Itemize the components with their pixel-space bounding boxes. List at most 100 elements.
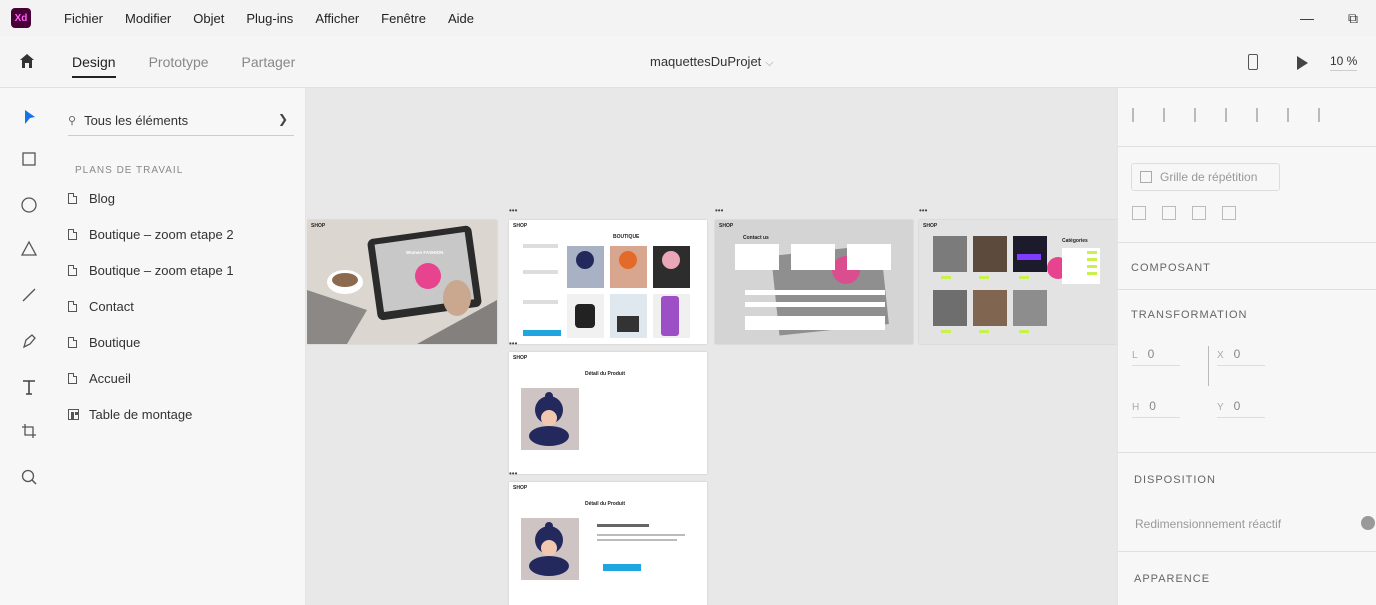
document-title[interactable]: maquettesDuProjet ⌵ — [650, 36, 774, 89]
boolean-subtract-icon[interactable] — [1162, 206, 1176, 220]
tab-design[interactable]: Design — [72, 36, 116, 88]
chevron-down-icon[interactable]: ❯ — [278, 112, 288, 126]
artboard-options-icon[interactable]: ••• — [715, 206, 723, 215]
y-field[interactable]: Y0 — [1217, 399, 1265, 418]
tool-bar — [0, 88, 56, 605]
artboard-icon — [68, 300, 77, 312]
menu-plugins[interactable]: Plug-ins — [246, 11, 293, 26]
artboard-blog[interactable]: SHOP Catégories — [919, 220, 1117, 344]
align-right-icon[interactable] — [1318, 108, 1332, 122]
width-label: L — [1132, 350, 1138, 361]
tab-partager[interactable]: Partager — [242, 36, 296, 88]
width-field[interactable]: L0 — [1132, 347, 1180, 366]
design-canvas[interactable]: SHOP Women FASHION ••• SHOP BOUTIQUE ••• — [307, 88, 1117, 605]
height-field[interactable]: H0 — [1132, 399, 1180, 418]
rectangle-tool-icon[interactable] — [18, 148, 40, 170]
distribute-vertical-icon[interactable] — [1225, 108, 1239, 122]
select-arrow-icon[interactable] — [18, 106, 40, 128]
menu-fichier[interactable]: Fichier — [64, 11, 103, 26]
layer-item-boutique[interactable]: Boutique — [68, 332, 140, 352]
layer-item-label: Boutique – zoom etape 2 — [89, 226, 234, 242]
width-value: 0 — [1147, 347, 1155, 361]
appearance-section-label: APPARENCE — [1134, 573, 1211, 585]
menu-bar: Xd Fichier Modifier Objet Plug-ins Affic… — [0, 0, 1376, 36]
artboard-accueil[interactable]: SHOP Women FASHION — [307, 220, 497, 344]
artboard-boutique-zoom-2[interactable]: SHOP Détail du Produit — [509, 482, 707, 605]
layer-item-label: Boutique — [89, 334, 141, 350]
layer-item-boutique-zoom-1[interactable]: Boutique – zoom etape 1 — [68, 260, 234, 280]
menu-modifier[interactable]: Modifier — [125, 11, 171, 26]
boolean-exclude-icon[interactable] — [1222, 206, 1236, 220]
properties-panel: Grille de répétition COMPOSANT TRANSFORM… — [1117, 88, 1376, 605]
mode-tabs: Design Prototype Partager — [72, 36, 328, 88]
align-middle-icon[interactable] — [1163, 108, 1177, 122]
artboard-title: Contact us — [743, 235, 769, 241]
artboard-tool-icon[interactable] — [18, 420, 40, 442]
divider — [1118, 551, 1376, 552]
artboard-nav-logo: SHOP — [311, 223, 326, 229]
repeat-grid-button[interactable]: Grille de répétition — [1131, 163, 1280, 191]
x-label: X — [1217, 350, 1224, 361]
layers-panel: ⚲ Tous les éléments ❯ PLANS DE TRAVAIL B… — [56, 88, 306, 605]
layer-item-label: Blog — [89, 190, 116, 206]
layer-item-blog[interactable]: Blog — [68, 188, 115, 208]
y-value: 0 — [1233, 399, 1241, 413]
artboard-nav-logo: SHOP — [923, 223, 938, 229]
tab-prototype[interactable]: Prototype — [149, 36, 209, 88]
layer-item-label: Contact — [89, 298, 134, 314]
chevron-down-icon: ⌵ — [765, 57, 774, 69]
artboard-icon — [68, 336, 77, 348]
artboard-options-icon[interactable]: ••• — [919, 206, 927, 215]
artboard-options-icon[interactable]: ••• — [509, 469, 517, 478]
artboard-boutique[interactable]: SHOP BOUTIQUE — [509, 220, 707, 344]
menu-afficher[interactable]: Afficher — [315, 11, 359, 26]
boolean-add-icon[interactable] — [1132, 206, 1146, 220]
align-center-icon[interactable] — [1287, 108, 1301, 122]
align-top-icon[interactable] — [1132, 108, 1146, 122]
layer-item-label: Boutique – zoom etape 1 — [89, 262, 234, 278]
xd-logo-icon: Xd — [11, 8, 31, 28]
home-icon[interactable] — [18, 52, 36, 70]
layer-item-accueil[interactable]: Accueil — [68, 368, 131, 388]
divider — [1118, 146, 1376, 147]
align-bottom-icon[interactable] — [1194, 108, 1208, 122]
menu: Fichier Modifier Objet Plug-ins Afficher… — [64, 11, 496, 26]
layer-item-contact[interactable]: Contact — [68, 296, 134, 316]
height-value: 0 — [1149, 399, 1156, 413]
document-title-text: maquettesDuProjet — [650, 54, 762, 69]
menu-fenetre[interactable]: Fenêtre — [381, 11, 426, 26]
line-tool-icon[interactable] — [18, 284, 40, 306]
layer-item-pasteboard[interactable]: Table de montage — [68, 404, 192, 424]
layers-filter[interactable]: ⚲ Tous les éléments ❯ — [68, 106, 294, 136]
text-tool-icon[interactable] — [18, 376, 40, 398]
artboard-contact[interactable]: SHOP Contact us — [715, 220, 913, 344]
responsive-resize-toggle[interactable] — [1361, 516, 1375, 530]
lock-aspect-icon[interactable] — [1201, 346, 1209, 386]
artboard-icon — [68, 372, 77, 384]
artboard-nav-logo: SHOP — [719, 223, 734, 229]
layer-item-boutique-zoom-2[interactable]: Boutique – zoom etape 2 — [68, 224, 234, 244]
artboard-options-icon[interactable]: ••• — [509, 206, 517, 215]
minimize-icon[interactable]: — — [1284, 10, 1330, 26]
pen-tool-icon[interactable] — [18, 330, 40, 352]
search-icon: ⚲ — [68, 115, 77, 127]
ellipse-tool-icon[interactable] — [18, 194, 40, 216]
device-preview-icon[interactable] — [1248, 54, 1258, 70]
play-icon[interactable] — [1297, 56, 1308, 70]
zoom-level[interactable]: 10 % — [1330, 54, 1358, 71]
align-left-icon[interactable] — [1256, 108, 1270, 122]
artboard-icon — [68, 192, 77, 204]
artboard-hero-title: Women FASHION — [406, 250, 444, 255]
artboard-boutique-zoom-1[interactable]: SHOP Détail du Produit — [509, 352, 707, 474]
x-field[interactable]: X0 — [1217, 347, 1265, 366]
polygon-tool-icon[interactable] — [18, 238, 40, 260]
tab-bar: Design Prototype Partager maquettesDuPro… — [0, 36, 1376, 88]
restore-icon[interactable]: ⧉ — [1330, 10, 1376, 27]
artboard-icon — [68, 228, 77, 240]
accueil-hero-image — [307, 220, 497, 344]
zoom-tool-icon[interactable] — [18, 466, 40, 488]
menu-aide[interactable]: Aide — [448, 11, 474, 26]
menu-objet[interactable]: Objet — [193, 11, 224, 26]
artboard-options-icon[interactable]: ••• — [509, 339, 517, 348]
boolean-intersect-icon[interactable] — [1192, 206, 1206, 220]
